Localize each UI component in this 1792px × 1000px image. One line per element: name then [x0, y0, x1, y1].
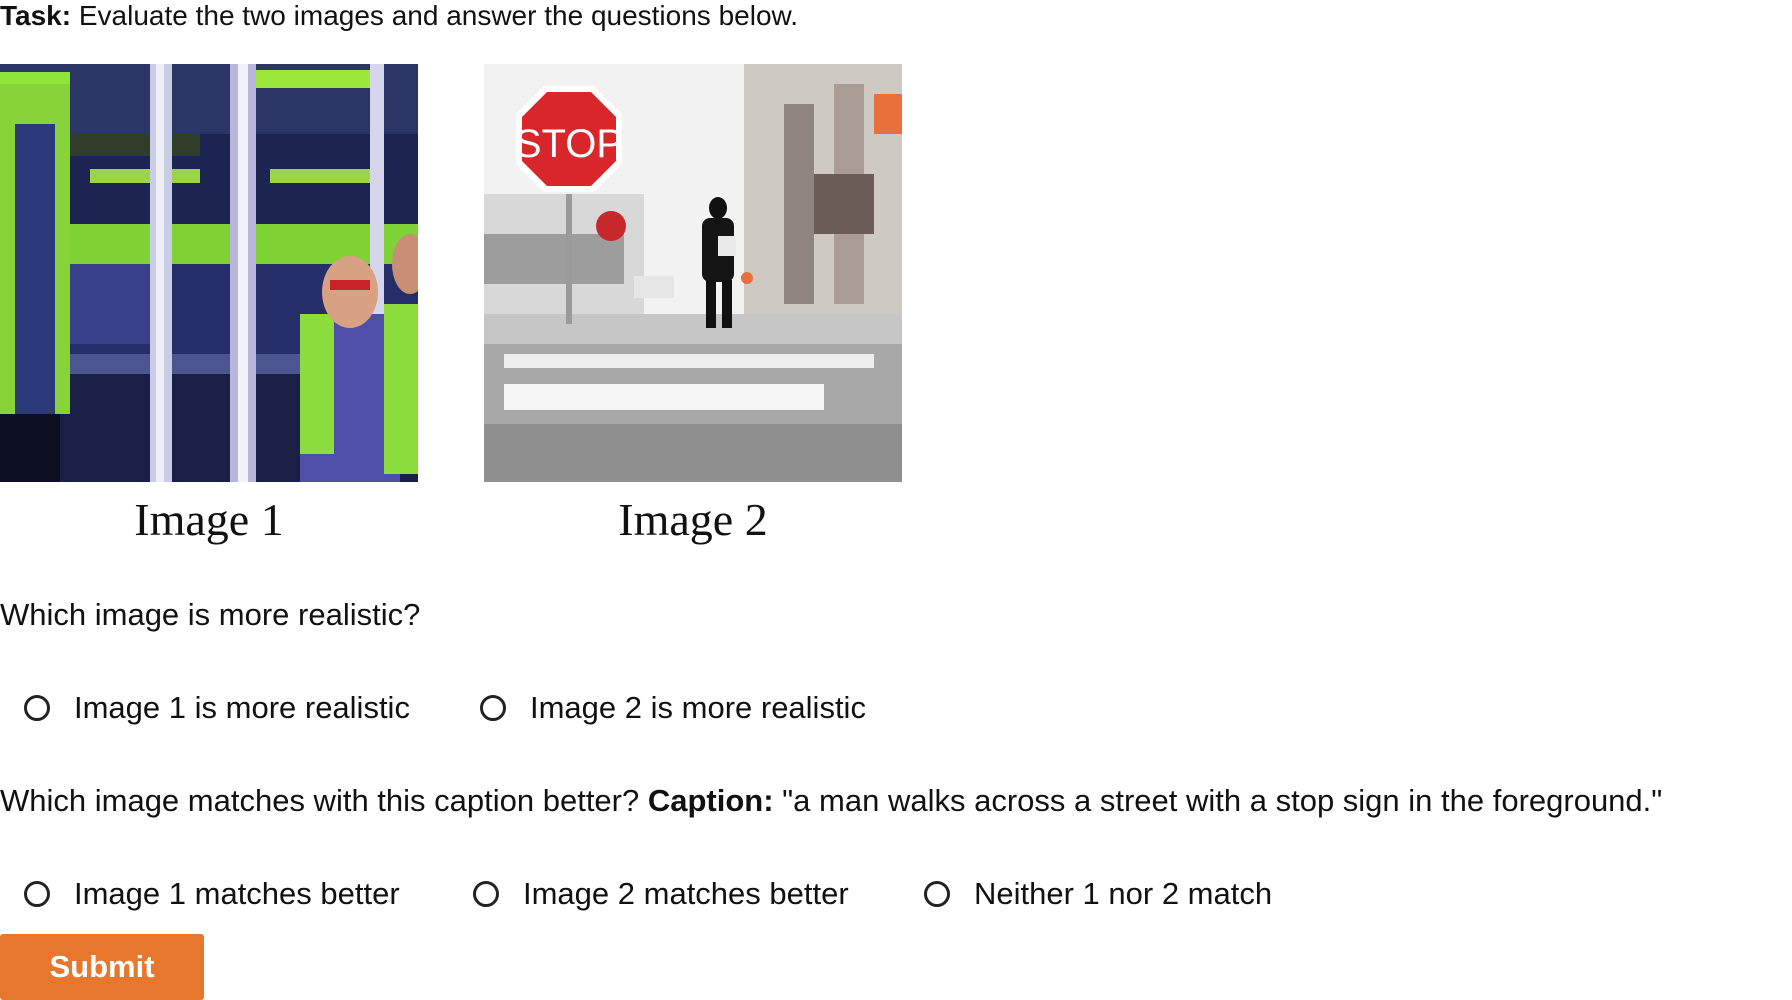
option-image2-more-realistic[interactable]: Image 2 is more realistic [480, 688, 866, 728]
image-2: STOP [484, 64, 902, 482]
submit-button[interactable]: Submit [0, 934, 204, 1000]
radio-button[interactable] [924, 881, 950, 907]
radio-button[interactable] [24, 881, 50, 907]
question-caption-match: Which image matches with this caption be… [0, 781, 1662, 821]
question-realism: Which image is more realistic? [0, 597, 421, 632]
task-instructions: Task: Evaluate the two images and answer… [0, 0, 798, 32]
task-label: Task: [0, 0, 72, 31]
option-image2-matches-better[interactable]: Image 2 matches better [473, 874, 849, 914]
caption-text: "a man walks across a street with a stop… [773, 783, 1663, 818]
image-1-caption: Image 1 [134, 494, 284, 545]
radio-button[interactable] [480, 695, 506, 721]
image-2-caption: Image 2 [618, 494, 768, 545]
caption-label: Caption: [647, 783, 774, 818]
option-image1-more-realistic[interactable]: Image 1 is more realistic [24, 688, 410, 728]
task-text: Evaluate the two images and answer the q… [71, 0, 798, 31]
option-label: Image 1 matches better [74, 876, 400, 911]
option-label: Image 2 is more realistic [530, 690, 866, 725]
radio-button[interactable] [24, 695, 50, 721]
option-label: Image 1 is more realistic [74, 690, 410, 725]
option-neither-matches[interactable]: Neither 1 nor 2 match [924, 874, 1272, 914]
option-label: Image 2 matches better [523, 876, 849, 911]
stop-sign-text: STOP [515, 122, 623, 166]
image-1 [0, 64, 418, 482]
image-2-picture: STOP [484, 64, 902, 482]
radio-button[interactable] [473, 881, 499, 907]
question-caption-text: Which image matches with this caption be… [0, 783, 648, 818]
option-label: Neither 1 nor 2 match [974, 876, 1273, 911]
option-image1-matches-better[interactable]: Image 1 matches better [24, 874, 400, 914]
image-1-picture [0, 64, 418, 482]
